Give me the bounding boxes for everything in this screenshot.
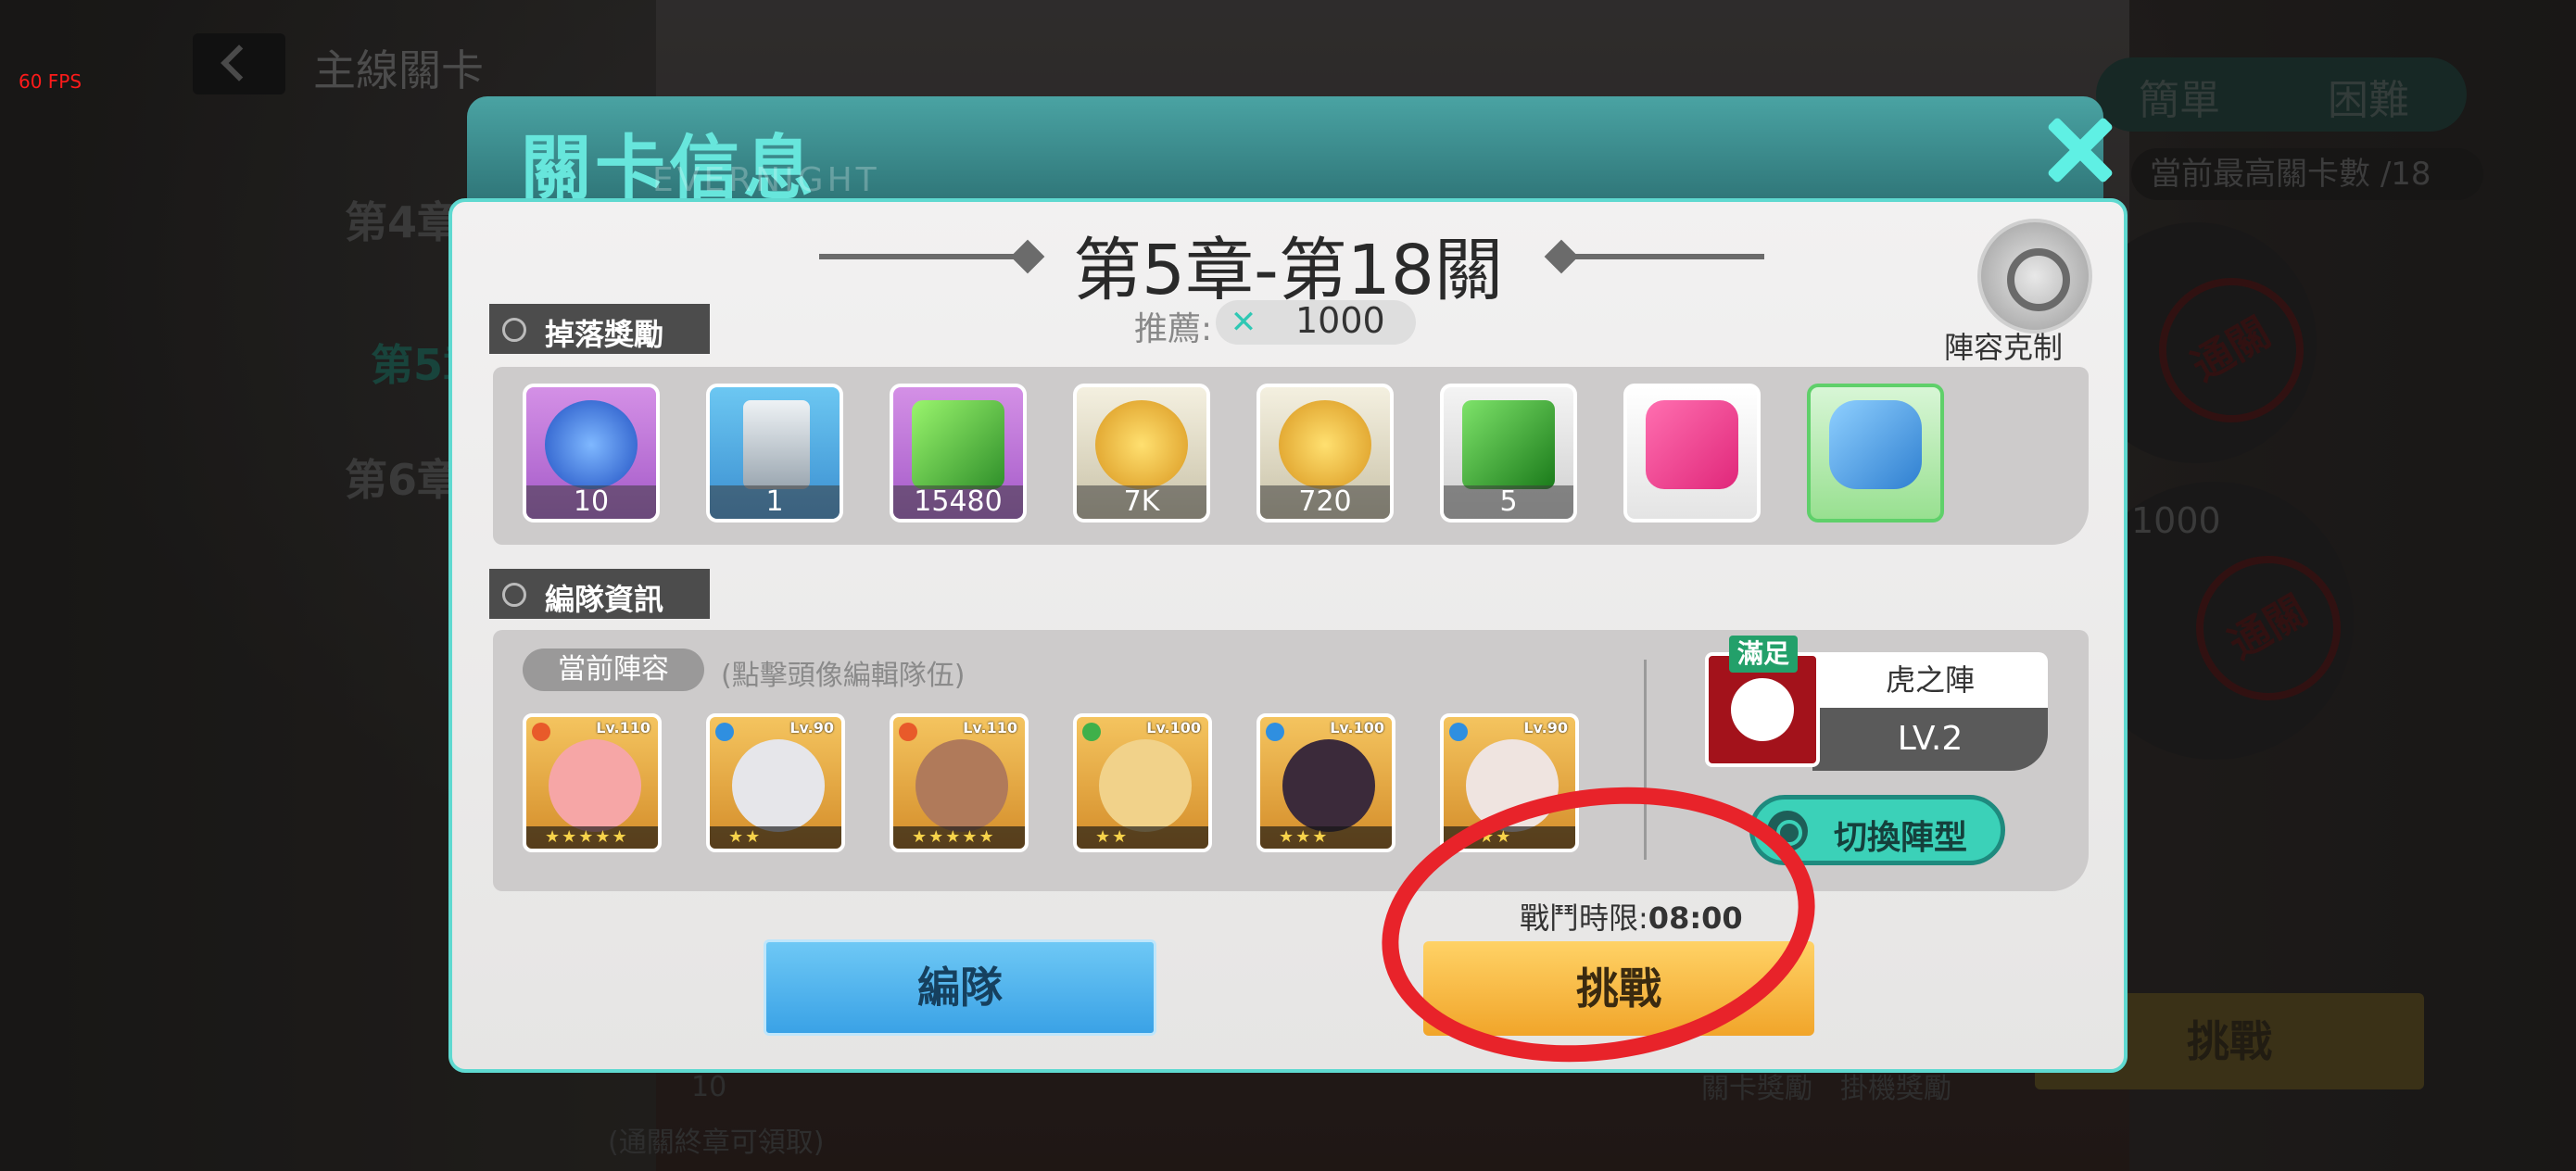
water-element-icon [1449, 723, 1468, 741]
fire-element-icon [532, 723, 550, 741]
drop-item[interactable] [1623, 384, 1761, 523]
drop-item[interactable]: 7K [1073, 384, 1210, 523]
current-lineup-chip: 當前陣容 [523, 648, 704, 691]
hero-avatar[interactable]: Lv.100 ★★ [1073, 713, 1212, 852]
blue-diamond-icon [545, 400, 638, 489]
recommend-value: 1000 [1295, 300, 1385, 341]
formation-level: LV.2 [1812, 708, 2048, 771]
formation-name: 虎之陣 [1812, 652, 2048, 708]
gold-coin-icon [1279, 400, 1371, 489]
fps-counter: 60 FPS [19, 70, 82, 93]
drop-item[interactable]: 15480 [890, 384, 1027, 523]
formation-satisfied-badge: 滿足 [1729, 636, 1798, 673]
lineup-hint: (點擊頭像編輯隊伍) [721, 660, 966, 692]
team-section-header: 編隊資訊 [489, 569, 710, 619]
drops-panel: 10 1 15480 7K 720 5 [493, 367, 2089, 545]
modal-subtitle: EVERNIGHT [652, 161, 880, 199]
water-element-icon [1266, 723, 1284, 741]
water-element-icon [715, 723, 734, 741]
drop-item[interactable]: 1 [706, 384, 843, 523]
exp-book-icon [912, 400, 1004, 489]
fire-element-icon [899, 723, 917, 741]
drop-item[interactable] [1807, 384, 1944, 523]
drop-item[interactable]: 720 [1256, 384, 1394, 523]
pink-glove-icon [1646, 400, 1738, 489]
blue-cap-icon [1829, 400, 1922, 489]
gold-coin-icon [1095, 400, 1188, 489]
stage-name: 第5章-第18關 [1073, 231, 1503, 310]
wind-element-icon [1082, 723, 1101, 741]
drop-item[interactable]: 5 [1440, 384, 1577, 523]
drop-item[interactable]: 10 [523, 384, 660, 523]
hero-avatar[interactable]: Lv.110 ★★★★★ [890, 713, 1029, 852]
close-icon[interactable] [2042, 113, 2116, 187]
ticket-card-icon [743, 400, 810, 489]
hero-avatar[interactable]: Lv.100 ★★★ [1256, 713, 1395, 852]
plus-circle-icon [502, 583, 526, 607]
drops-section-header: 掉落獎勵 [489, 304, 710, 354]
formation-counter-label[interactable]: 陣容克制 [1944, 324, 2063, 367]
plus-circle-icon [502, 318, 526, 342]
team-edit-button[interactable]: 編隊 [764, 939, 1156, 1036]
hero-avatar[interactable]: Lv.90 ★★ [706, 713, 845, 852]
recommend-label: 推薦: [1134, 310, 1213, 348]
power-icon: ✕ [1230, 304, 1257, 341]
green-cube-icon [1462, 400, 1555, 489]
stage-info-modal: 關卡信息 EVERNIGHT 第5章-第18關 推薦: ✕ 1000 陣容克制 … [448, 96, 2128, 1073]
formation-counter-icon[interactable] [1977, 219, 2092, 334]
hero-avatar[interactable]: Lv.110 ★★★★★ [523, 713, 662, 852]
